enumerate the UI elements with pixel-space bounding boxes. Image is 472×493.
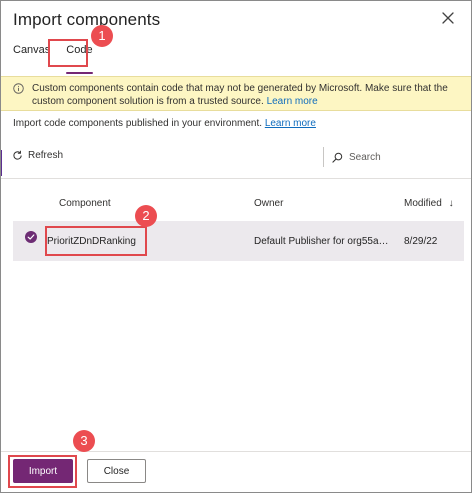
description-text: Import code components published in your…	[13, 118, 263, 129]
close-icon[interactable]	[439, 9, 457, 27]
refresh-button[interactable]: Refresh	[12, 150, 63, 161]
row-selected-checkbox[interactable]	[25, 231, 37, 243]
column-header-modified[interactable]: Modified ↓	[404, 198, 454, 209]
tab-canvas[interactable]: Canvas	[13, 44, 50, 66]
import-components-dialog: Import components Canvas Code Custom com…	[0, 0, 472, 493]
column-header-component[interactable]: Component	[59, 198, 111, 209]
refresh-label: Refresh	[28, 150, 64, 161]
modified-cell: 8/29/22	[404, 236, 438, 247]
dialog-title: Import components	[13, 10, 161, 29]
warning-text: Custom components contain code that may …	[32, 82, 464, 108]
warning-message-bar: Custom components contain code that may …	[1, 76, 471, 111]
toolbar-divider	[0, 178, 472, 179]
description-learn-more-link[interactable]: Learn more	[265, 118, 316, 129]
refresh-icon	[13, 150, 22, 160]
owner-cell: Default Publisher for org55ab3...	[254, 236, 390, 247]
warning-message: Custom components contain code that may …	[32, 83, 448, 107]
table-row[interactable]: PrioritZDnDRanking Default Publisher for…	[13, 221, 464, 261]
component-name-cell: PrioritZDnDRanking	[47, 236, 136, 247]
command-toolbar: Refresh	[0, 146, 472, 170]
footer-divider	[0, 451, 472, 452]
modified-header-label: Modified	[404, 198, 442, 209]
checkmark-icon	[27, 234, 35, 240]
search-box[interactable]	[323, 147, 463, 167]
import-description: Import code components published in your…	[13, 118, 316, 129]
warning-learn-more-link[interactable]: Learn more	[267, 96, 318, 107]
callout-badge-1: 1	[91, 25, 113, 47]
close-button[interactable]: Close	[87, 459, 146, 483]
callout-badge-2: 2	[135, 205, 157, 227]
search-input[interactable]	[349, 151, 459, 163]
tab-code[interactable]: Code	[66, 44, 93, 74]
import-button[interactable]: Import	[13, 459, 73, 483]
search-icon	[332, 152, 343, 163]
column-header-owner[interactable]: Owner	[254, 198, 283, 209]
callout-badge-3: 3	[73, 430, 95, 452]
sort-down-icon: ↓	[448, 198, 454, 209]
component-type-tabs: Canvas Code	[13, 44, 109, 74]
info-icon	[13, 83, 24, 94]
